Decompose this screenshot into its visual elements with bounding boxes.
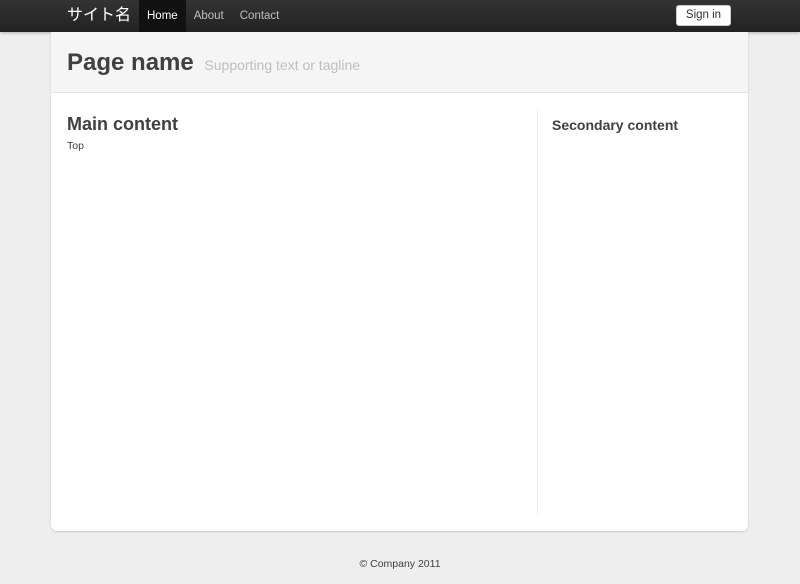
sign-in-button[interactable]: Sign in (676, 5, 731, 26)
brand-logo[interactable]: サイト名 (67, 4, 131, 28)
footer-copyright: © Company 2011 (359, 558, 441, 570)
page-title: Page name Supporting text or tagline (67, 49, 360, 79)
top-navbar: サイト名 Home About Contact Sign in (0, 0, 800, 32)
content-panel: Page name Supporting text or tagline Mai… (51, 32, 748, 531)
page-header: Page name Supporting text or tagline (51, 32, 748, 93)
page-tagline: Supporting text or tagline (204, 57, 361, 73)
main-content: Main content Top (67, 112, 527, 152)
main-content-text: Top (67, 140, 84, 152)
main-content-heading: Main content (67, 114, 178, 134)
secondary-content-heading: Secondary content (552, 117, 679, 133)
column-divider (537, 110, 538, 514)
secondary-content: Secondary content (552, 116, 678, 134)
main-nav: Home About Contact (139, 0, 287, 32)
page-title-text: Page name (67, 49, 194, 76)
nav-item-about[interactable]: About (186, 0, 232, 32)
nav-item-contact[interactable]: Contact (232, 0, 288, 32)
nav-item-home[interactable]: Home (139, 0, 186, 32)
footer: © Company 2011 (0, 558, 800, 570)
